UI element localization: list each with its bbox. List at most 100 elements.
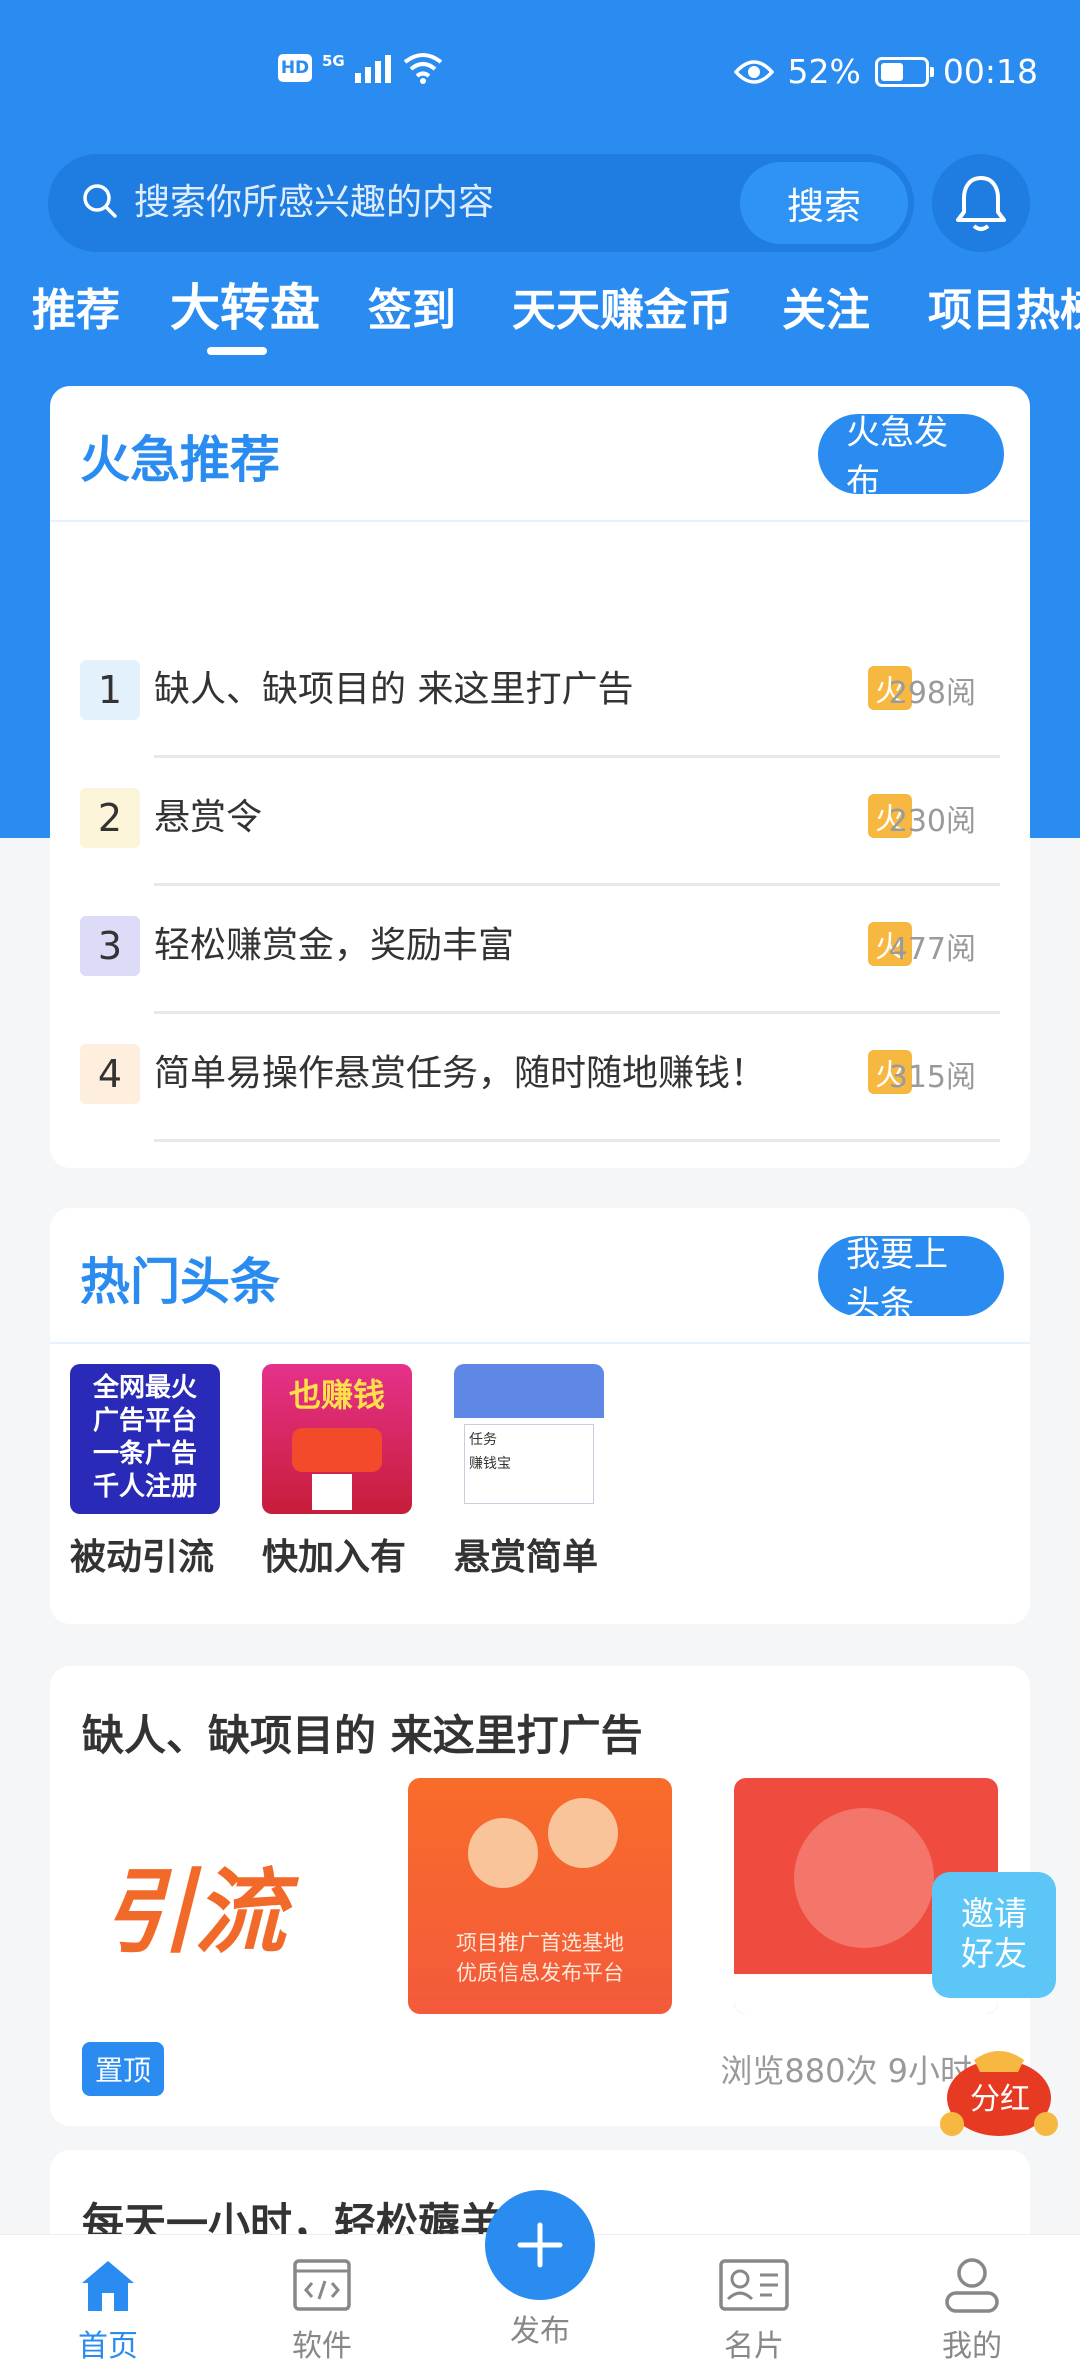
nav-software-label: 软件 (292, 2329, 352, 2364)
headline-item[interactable]: 全网最火 广告平台 一条广告 千人注册 被动引流 (70, 1364, 220, 1580)
hd-icon: HD (278, 54, 312, 82)
rank-badge: 1 (80, 660, 140, 720)
hot-item-title: 缺人、缺项目的 来这里打广告 (154, 669, 634, 710)
headline-apply-button[interactable]: 我要上头条 (818, 1235, 1004, 1324)
thumb-text: 也赚钱 (288, 1376, 385, 1414)
headlines-card: 热门头条 我要上头条 全网最火 广告平台 一条广告 千人注册 被动引流 也赚钱 … (50, 1208, 1030, 1624)
status-left: HD 5G (278, 52, 443, 84)
read-count: 477阅 (888, 932, 976, 967)
post-image-text: 引流 (102, 1859, 287, 1966)
headline-label: 快加入有 (262, 1537, 407, 1578)
read-count: 230阅 (888, 804, 976, 839)
urgent-publish-button[interactable]: 火急发布 (818, 413, 1004, 502)
search-input[interactable]: 搜索你所感兴趣的内容 (134, 180, 494, 226)
map-pin-shape (794, 1808, 934, 1948)
eye-icon (733, 59, 774, 84)
cartoon-face (468, 1818, 538, 1888)
post-image-2[interactable]: 项目推广首选基地 优质信息发布平台 (408, 1778, 672, 2014)
tab-project-ranking[interactable]: 项目热榜 (928, 276, 1080, 346)
invite-friends-button[interactable]: 邀请 好友 (932, 1872, 1056, 1998)
nav-card-label: 名片 (724, 2329, 784, 2364)
qr-code-icon (312, 1474, 352, 1510)
thumb-text: 一条广告 (92, 1439, 197, 1469)
hot-recommend-title: 火急推荐 (80, 431, 280, 489)
thumb-text: 广告平台 (92, 1406, 197, 1436)
bell-icon (956, 176, 1006, 231)
post-title: 缺人、缺项目的 来这里打广告 (82, 1711, 643, 1760)
thumb-text: 任务 (469, 1432, 497, 1448)
wifi-icon (403, 53, 442, 84)
rank-badge: 2 (80, 788, 140, 848)
read-count: 298阅 (888, 676, 976, 711)
hot-recommend-header: 火急推荐 火急发布 (50, 386, 1030, 522)
home-icon (82, 2261, 134, 2311)
cartoon-face (548, 1798, 618, 1868)
hot-item-3[interactable]: 3 轻松赚赏金，奖励丰富 火 477阅 (80, 886, 1000, 1014)
nav-card[interactable]: 名片 (694, 2249, 814, 2365)
tab-follow[interactable]: 关注 (782, 276, 870, 346)
nav-software[interactable]: 软件 (262, 2249, 382, 2365)
tab-daily-coins[interactable]: 天天赚金币 (512, 276, 732, 346)
hot-item-2[interactable]: 2 悬赏令 火 230阅 (80, 758, 1000, 886)
battery-percent: 52% (787, 52, 861, 91)
plus-icon (517, 2222, 563, 2268)
read-count: 315阅 (888, 1060, 976, 1095)
hot-item-title: 悬赏令 (154, 797, 263, 838)
thumb-text: 全网最火 (92, 1373, 197, 1403)
thumb-text: 千人注册 (92, 1472, 197, 1502)
search-icon (83, 184, 117, 218)
rank-badge: 3 (80, 916, 140, 976)
invite-label-line2: 好友 (961, 1934, 1027, 1973)
post-image-text: 优质信息发布平台 (456, 1961, 624, 1985)
network-type: 5G (322, 51, 345, 70)
nav-mine-label: 我的 (942, 2329, 1002, 2364)
thumb-text: 赚钱宝 (469, 1456, 511, 1472)
rank-badge: 4 (80, 1044, 140, 1104)
headline-item[interactable]: 也赚钱 快加入有 (262, 1364, 412, 1580)
headline-label: 被动引流 (70, 1537, 215, 1578)
tab-checkin[interactable]: 签到 (368, 276, 456, 346)
battery-level-fill (880, 62, 903, 81)
status-right: 52% 00:18 (733, 52, 1038, 91)
nav-home-label: 首页 (78, 2329, 138, 2364)
signal-icon (354, 55, 391, 83)
battery-icon (874, 56, 934, 87)
search-bar[interactable]: 搜索你所感兴趣的内容 搜索 (48, 154, 914, 252)
red-envelope-shape (292, 1428, 382, 1472)
headlines-title: 热门头条 (80, 1253, 280, 1311)
headline-thumbnail: 任务 赚钱宝 (454, 1364, 604, 1514)
notification-button[interactable] (932, 154, 1030, 252)
headline-thumbnail: 全网最火 广告平台 一条广告 千人注册 (70, 1364, 220, 1514)
nav-home[interactable]: 首页 (48, 2249, 168, 2365)
hot-item-title: 简单易操作悬赏任务，随时随地赚钱！ (154, 1053, 767, 1094)
status-bar: HD 5G 52% 00:18 (0, 0, 1080, 150)
active-tab-indicator (207, 347, 267, 355)
business-card-icon (719, 2259, 789, 2311)
publish-button[interactable] (485, 2190, 595, 2300)
search-button[interactable]: 搜索 (740, 162, 908, 244)
headline-thumbnail: 也赚钱 (262, 1364, 412, 1514)
headline-item[interactable]: 任务 赚钱宝 悬赏简单 (454, 1364, 604, 1580)
hot-recommend-card: 火急推荐 火急发布 1 缺人、缺项目的 来这里打广告 火 298阅 2 悬赏令 … (50, 386, 1030, 1168)
hot-item-4[interactable]: 4 简单易操作悬赏任务，随时随地赚钱！ 火 315阅 (80, 1014, 1000, 1142)
code-icon (293, 2259, 351, 2311)
pinned-badge: 置顶 (82, 2042, 164, 2096)
hot-item-title: 轻松赚赏金，奖励丰富 (154, 925, 515, 966)
tab-wheel[interactable]: 大转盘 (170, 276, 320, 343)
invite-label-line1: 邀请 (961, 1894, 1027, 1933)
divider (154, 1139, 1000, 1142)
tab-recommend[interactable]: 推荐 (32, 276, 120, 346)
user-icon (945, 2258, 999, 2313)
nav-publish-label: 发布 (510, 2314, 570, 2349)
post-card[interactable]: 缺人、缺项目的 来这里打广告 引流 项目推广首选基地 优质信息发布平台 置顶 浏… (50, 1666, 1030, 2126)
category-tabs: 推荐 大转盘 签到 天天赚金币 关注 项目热榜 (0, 276, 1080, 356)
task-panel: 任务 赚钱宝 (464, 1424, 594, 1504)
post-image-1[interactable]: 引流 (82, 1778, 346, 2014)
dividend-button[interactable]: 分红 (934, 2024, 1064, 2140)
post-image-text: 项目推广首选基地 (456, 1931, 624, 1955)
hot-item-1[interactable]: 1 缺人、缺项目的 来这里打广告 火 298阅 (80, 630, 1000, 758)
clock: 00:18 (942, 52, 1038, 91)
headlines-header: 热门头条 我要上头条 (50, 1208, 1030, 1344)
dividend-label: 分红 (970, 2082, 1030, 2117)
nav-mine[interactable]: 我的 (912, 2249, 1032, 2365)
